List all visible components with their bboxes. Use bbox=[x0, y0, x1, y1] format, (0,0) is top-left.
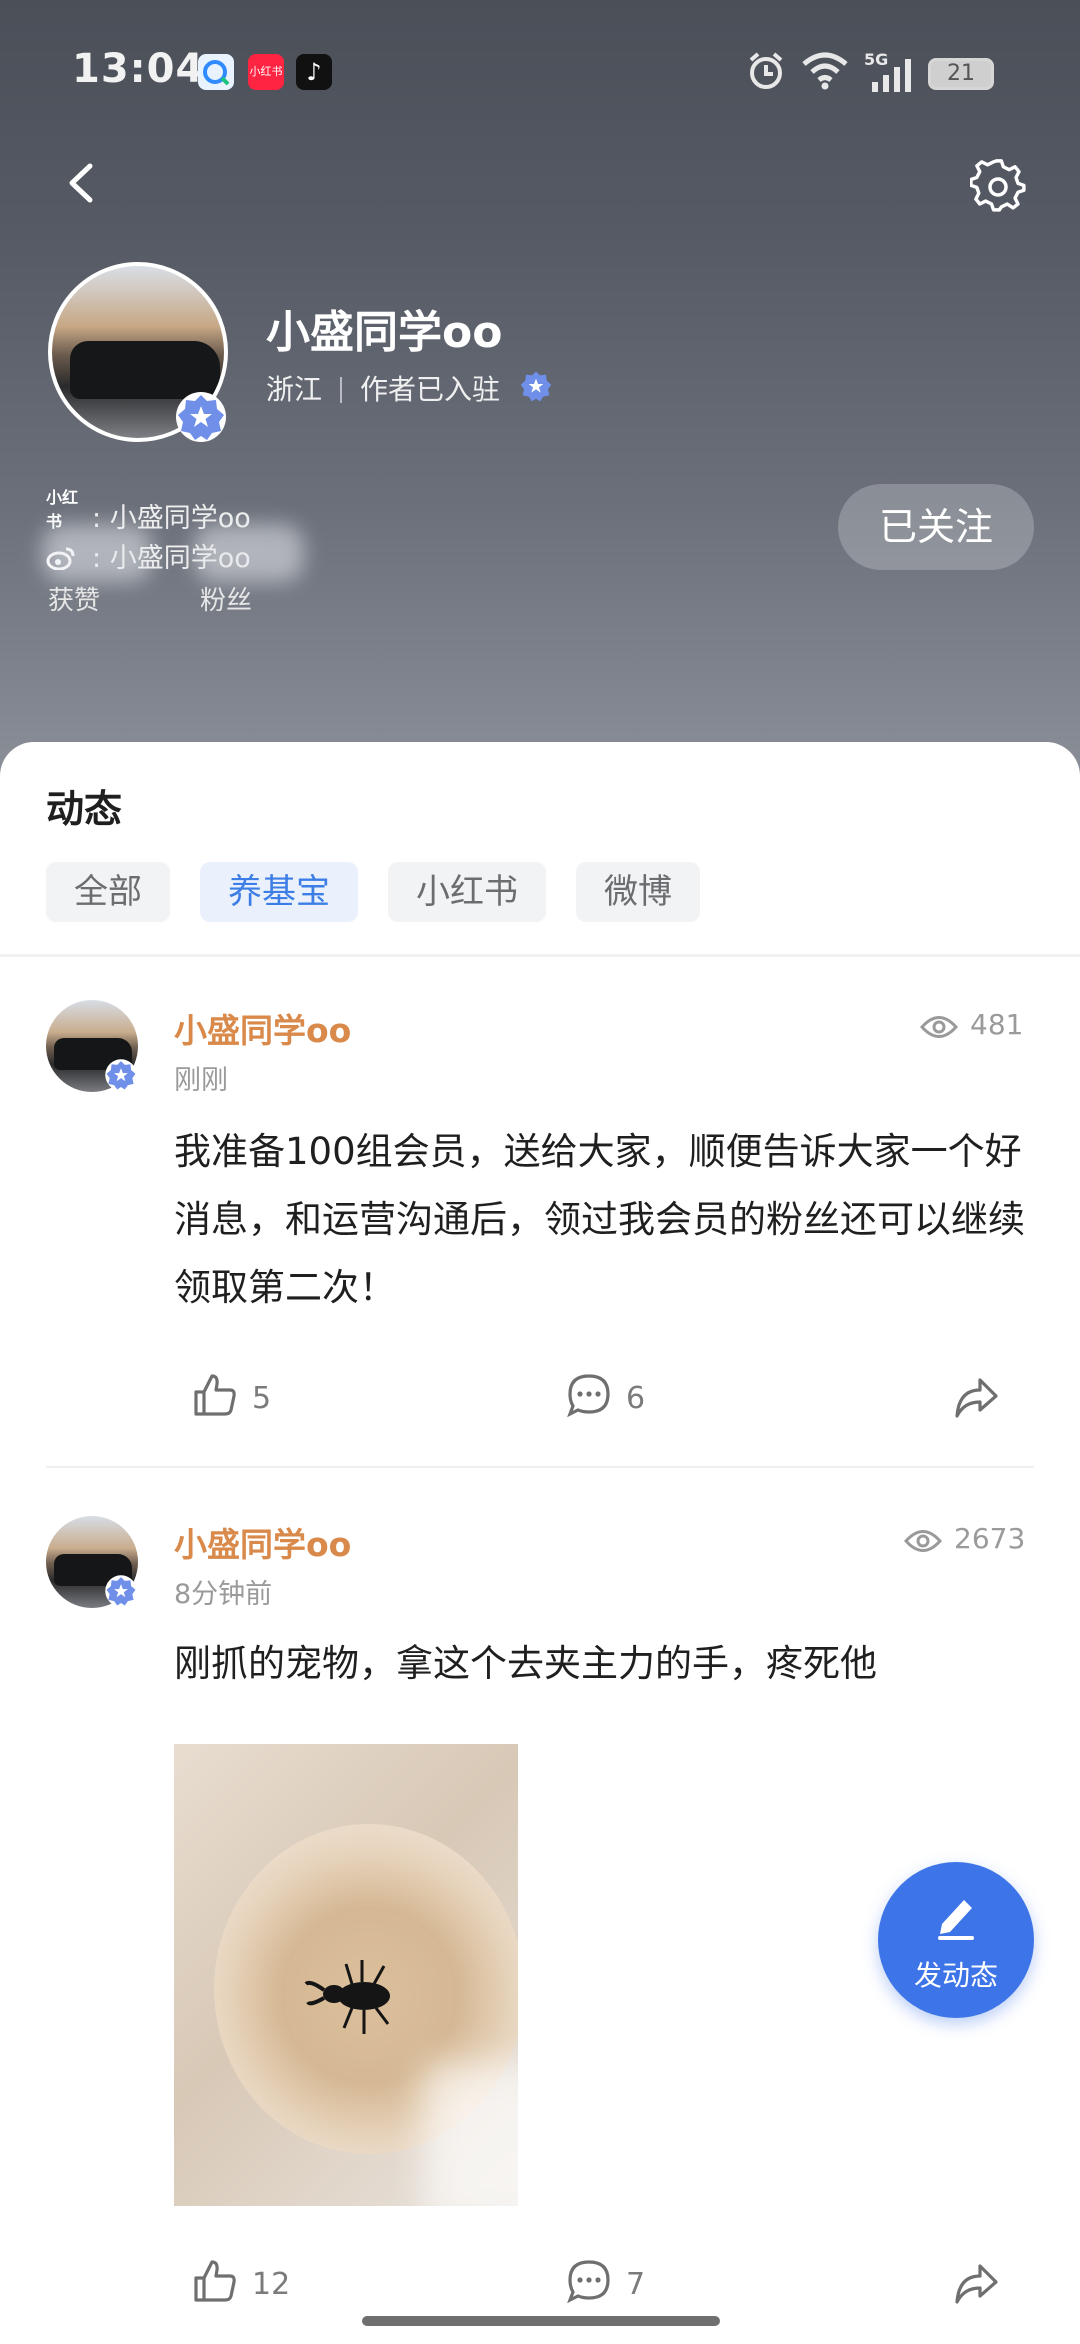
home-indicator[interactable] bbox=[362, 2316, 720, 2326]
post-author[interactable]: 小盛同学oo bbox=[174, 1518, 351, 1566]
view-count: 2673 bbox=[903, 1522, 1025, 1555]
eye-icon bbox=[919, 1016, 959, 1038]
share-icon[interactable] bbox=[954, 2262, 998, 2306]
post-image[interactable] bbox=[174, 1744, 518, 2206]
status-time: 13:04 bbox=[72, 46, 205, 92]
wifi-icon bbox=[802, 52, 848, 90]
profile-meta: 浙江 作者已入驻 bbox=[266, 368, 500, 408]
profile-name: 小盛同学oo bbox=[266, 307, 503, 358]
author-verified-icon bbox=[520, 371, 552, 402]
xiaohongshu-app-icon: 小红书 bbox=[248, 54, 284, 90]
stat-label: 粉丝 bbox=[200, 586, 253, 616]
filter-tab-all[interactable]: 全部 bbox=[46, 862, 170, 922]
fab-label: 发动态 bbox=[913, 1960, 998, 1991]
eye-icon bbox=[903, 1530, 943, 1552]
filter-tab-yangjibao[interactable]: 养基宝 bbox=[200, 862, 358, 922]
gear-icon[interactable] bbox=[970, 158, 1026, 214]
post-time: 8分钟前 bbox=[174, 1579, 273, 1610]
profile-header: 13:04 小红书 ♪ 5G 21 小盛同学oo 浙江 作者已入驻 小红书: … bbox=[0, 0, 1080, 780]
comment-icon bbox=[567, 1374, 610, 1418]
signal-icon bbox=[872, 59, 911, 92]
comment-button[interactable]: 6 bbox=[566, 1372, 645, 1418]
stat-likes: 获赞 bbox=[42, 524, 152, 617]
chevron-left-icon[interactable] bbox=[58, 158, 108, 208]
thumbs-up-icon bbox=[194, 2260, 236, 2302]
comment-icon bbox=[567, 2260, 610, 2304]
thumbs-up-icon bbox=[194, 1374, 236, 1416]
tiktok-app-icon: ♪ bbox=[296, 54, 332, 90]
post-compose-button[interactable]: 发动态 bbox=[878, 1862, 1034, 2018]
alarm-icon bbox=[749, 52, 783, 89]
post-text[interactable]: 刚抓的宠物，拿这个去夹主力的手，疼死他 bbox=[174, 1630, 1034, 1698]
stat-fans: 粉丝 bbox=[194, 524, 304, 617]
divider bbox=[46, 1466, 1034, 1468]
comment-button[interactable]: 7 bbox=[566, 2258, 645, 2304]
share-icon[interactable] bbox=[954, 1376, 998, 1420]
post-author[interactable]: 小盛同学oo bbox=[174, 1004, 351, 1052]
verified-badge-icon bbox=[105, 1059, 137, 1091]
filter-tab-weibo[interactable]: 微博 bbox=[576, 862, 700, 922]
like-button[interactable]: 5 bbox=[192, 1372, 271, 1418]
stat-label: 获赞 bbox=[48, 586, 101, 616]
verified-badge-icon bbox=[105, 1575, 137, 1607]
filter-tabs: 全部 养基宝 小红书 微博 bbox=[46, 862, 700, 922]
view-count: 481 bbox=[919, 1008, 1023, 1041]
status-bar: 13:04 小红书 ♪ 5G 21 bbox=[0, 0, 1080, 150]
verified-badge-icon bbox=[176, 392, 226, 442]
like-button[interactable]: 12 bbox=[192, 2258, 290, 2304]
battery-indicator: 21 bbox=[928, 58, 994, 90]
profile-location: 浙江 bbox=[266, 373, 323, 406]
post-time: 刚刚 bbox=[174, 1065, 228, 1096]
section-title: 动态 bbox=[46, 787, 123, 831]
browser-app-icon bbox=[198, 54, 234, 90]
filter-tab-xiaohongshu[interactable]: 小红书 bbox=[388, 862, 546, 922]
follow-button[interactable]: 已关注 bbox=[838, 484, 1034, 570]
pen-icon bbox=[938, 1900, 974, 1940]
beetle-image bbox=[304, 1960, 390, 2034]
post-text[interactable]: 我准备100组会员，送给大家，顺便告诉大家一个好消息，和运营沟通后，领过我会员的… bbox=[174, 1118, 1034, 1322]
divider bbox=[0, 954, 1080, 957]
author-status: 作者已入驻 bbox=[360, 373, 501, 406]
